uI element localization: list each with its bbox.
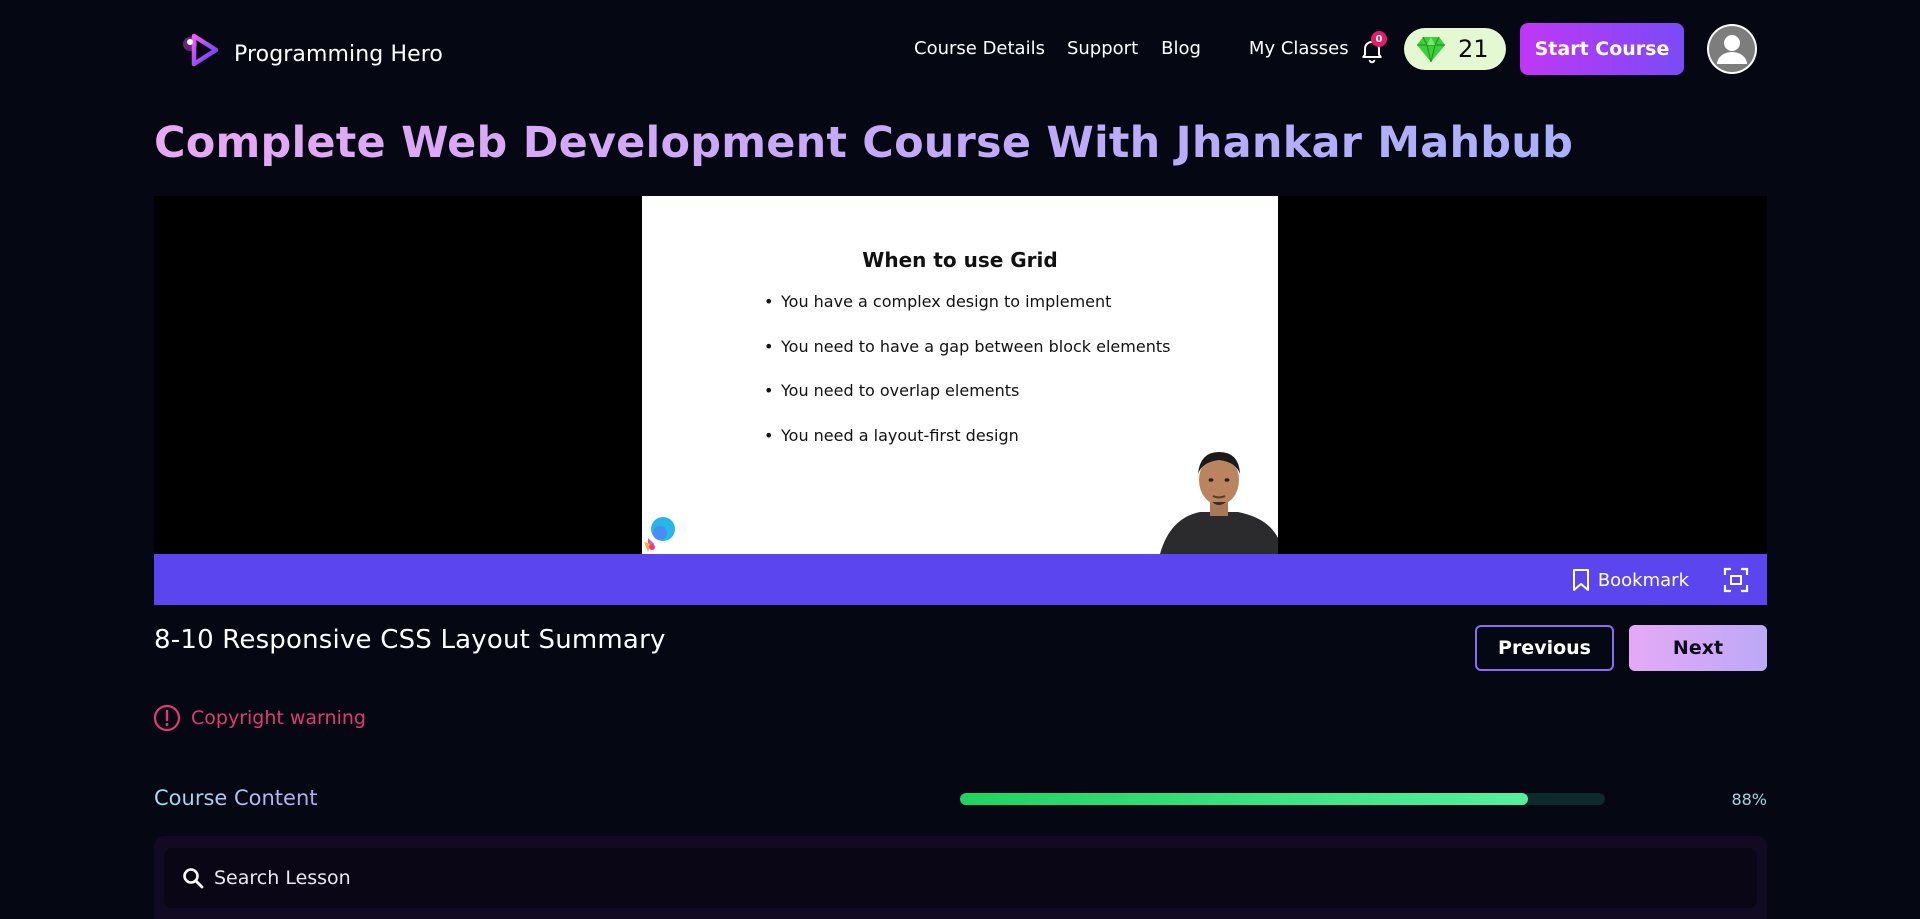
slide-bullets: You have a complex design to implement Y… xyxy=(764,292,1170,470)
start-course-button[interactable]: Start Course xyxy=(1520,23,1684,75)
avatar[interactable] xyxy=(1707,24,1757,74)
diamond-icon xyxy=(1417,36,1445,63)
slide-bullet: You need a layout-first design xyxy=(764,426,1170,471)
copyright-warning[interactable]: Copyright warning xyxy=(153,704,366,732)
bookmark-button[interactable]: Bookmark xyxy=(1572,568,1689,592)
next-button[interactable]: Next xyxy=(1629,625,1767,671)
brand-logo[interactable]: Programming Hero xyxy=(178,28,443,80)
alert-circle-icon xyxy=(153,704,181,732)
course-progress-bar xyxy=(960,793,1605,805)
gems-counter[interactable]: 21 xyxy=(1404,28,1506,70)
main-nav: Course Details Support Blog My Classes xyxy=(914,38,1349,59)
brand-name: Programming Hero xyxy=(234,41,443,67)
programming-hero-logo-icon xyxy=(183,33,219,77)
presenter-webcam-image xyxy=(1160,452,1278,554)
slide-bullet: You need to have a gap between block ele… xyxy=(764,337,1170,382)
nav-support[interactable]: Support xyxy=(1067,38,1138,59)
nav-course-details[interactable]: Course Details xyxy=(914,38,1045,59)
bookmark-icon xyxy=(1572,569,1589,591)
top-header: Programming Hero Course Details Support … xyxy=(0,0,1920,98)
notification-count-badge: 0 xyxy=(1371,31,1387,47)
video-slide: When to use Grid You have a complex desi… xyxy=(642,196,1278,554)
previous-button[interactable]: Previous xyxy=(1475,625,1614,671)
search-icon xyxy=(183,868,204,889)
lesson-search-box[interactable] xyxy=(164,848,1757,908)
video-control-bar: Bookmark xyxy=(154,554,1767,605)
course-progress-percent: 88% xyxy=(1731,790,1767,809)
bookmark-label: Bookmark xyxy=(1597,569,1689,591)
copyright-warning-label: Copyright warning xyxy=(191,707,366,729)
lesson-title: 8-10 Responsive CSS Layout Summary xyxy=(154,625,666,655)
slide-title: When to use Grid xyxy=(862,248,1058,272)
lesson-search-panel xyxy=(154,836,1767,919)
user-avatar-icon xyxy=(1709,26,1755,72)
nav-blog[interactable]: Blog xyxy=(1161,38,1201,59)
fullscreen-icon[interactable] xyxy=(1723,567,1749,593)
course-content-heading: Course Content xyxy=(154,786,318,810)
video-player[interactable]: When to use Grid You have a complex desi… xyxy=(154,196,1767,554)
rocket-brand-icon xyxy=(644,517,675,552)
gems-count: 21 xyxy=(1458,35,1489,63)
nav-my-classes[interactable]: My Classes xyxy=(1249,38,1349,59)
course-title: Complete Web Development Course With Jha… xyxy=(154,118,1574,168)
course-progress-fill xyxy=(960,793,1528,805)
slide-bullet: You need to overlap elements xyxy=(764,381,1170,426)
slide-bullet: You have a complex design to implement xyxy=(764,292,1170,337)
search-input[interactable] xyxy=(214,867,1714,889)
